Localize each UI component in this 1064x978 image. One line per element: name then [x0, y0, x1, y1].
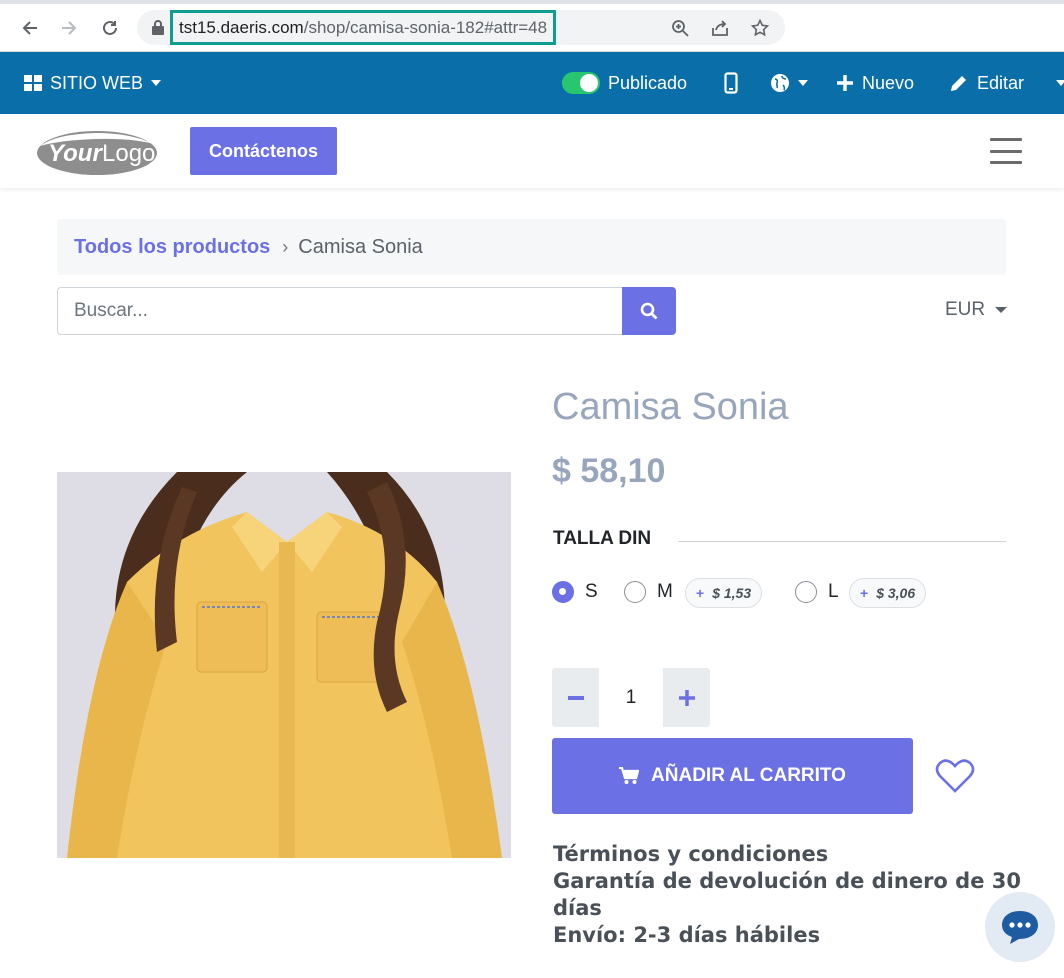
search-icon: [640, 302, 658, 320]
quantity-input[interactable]: [599, 668, 663, 727]
hamburger-menu-icon[interactable]: [990, 138, 1022, 164]
site-menu-label: SITIO WEB: [50, 72, 144, 93]
site-menu-button[interactable]: SITIO WEB: [24, 52, 162, 114]
forward-icon[interactable]: [55, 14, 83, 42]
breadcrumb-separator: ›: [282, 236, 289, 257]
currency-label: EUR: [945, 299, 986, 320]
live-chat-button[interactable]: [985, 892, 1055, 962]
size-option-m-radio[interactable]: [624, 581, 646, 603]
new-button[interactable]: Nuevo: [836, 52, 914, 114]
add-to-cart-label: AÑADIR AL CARRITO: [651, 765, 846, 786]
plus-icon: +: [696, 585, 705, 601]
product-photo: [57, 472, 511, 858]
pencil-icon: [951, 76, 966, 91]
attribute-label: TALLA DIN: [553, 528, 652, 549]
price-extra-value: $ 1,53: [712, 585, 752, 601]
size-option-s-label[interactable]: S: [585, 581, 598, 603]
plus-icon: [678, 689, 695, 706]
minus-icon: [567, 695, 584, 700]
price-extra-value: $ 3,06: [876, 585, 916, 601]
size-option-l-label[interactable]: L: [828, 581, 839, 603]
published-label: Publicado: [608, 72, 688, 93]
zoom-icon[interactable]: [669, 17, 691, 39]
bookmark-star-icon[interactable]: [749, 17, 771, 39]
product-terms: Términos y condiciones Garantía de devol…: [553, 841, 1023, 949]
breadcrumb-current: Camisa Sonia: [298, 235, 423, 258]
size-option-m-label[interactable]: M: [657, 581, 673, 603]
chevron-down-icon: [1056, 80, 1064, 86]
browser-toolbar: tst15.daeris.com/shop/camisa-sonia-182#a…: [0, 0, 1064, 52]
product-title: Camisa Sonia: [552, 386, 789, 428]
terms-line: Garantía de devolución de dinero de 30 d…: [553, 869, 1021, 920]
mobile-preview-button[interactable]: [724, 52, 738, 114]
breadcrumb: Todos los productos › Camisa Sonia: [57, 219, 1006, 275]
svg-text:Logo: Logo: [102, 140, 155, 167]
back-icon[interactable]: [16, 14, 44, 42]
product-price: $ 58,10: [552, 452, 666, 490]
site-header: Your Logo Contáctenos: [0, 114, 1064, 188]
toggle-switch[interactable]: [562, 72, 600, 94]
currency-selector[interactable]: EUR: [945, 296, 1008, 324]
edit-button[interactable]: Editar: [949, 52, 1024, 114]
cart-icon: [619, 767, 640, 784]
increase-quantity-button[interactable]: [663, 668, 710, 727]
plus-icon: [837, 75, 853, 91]
language-menu-button[interactable]: [770, 52, 808, 114]
chevron-down-icon: [995, 307, 1008, 313]
mobile-icon: [724, 72, 738, 94]
price-extra-badge: + $ 3,06: [849, 578, 927, 608]
heart-icon[interactable]: [935, 758, 975, 794]
breadcrumb-all-products-link[interactable]: Todos los productos: [74, 236, 270, 259]
chevron-down-icon: [151, 80, 162, 86]
grid-icon: [24, 75, 42, 91]
address-bar[interactable]: tst15.daeris.com/shop/camisa-sonia-182#a…: [137, 10, 785, 45]
new-label: Nuevo: [862, 72, 915, 93]
reload-icon[interactable]: [96, 14, 124, 42]
tab-strip-edge: [0, 0, 1064, 4]
product-image[interactable]: [57, 472, 511, 858]
more-menu-button[interactable]: [1056, 52, 1064, 114]
attribute-divider: [678, 541, 1006, 542]
share-icon[interactable]: [709, 17, 731, 39]
globe-icon: [771, 74, 789, 92]
add-to-cart-button[interactable]: AÑADIR AL CARRITO: [552, 738, 913, 814]
decrease-quantity-button[interactable]: [552, 668, 599, 727]
search-input[interactable]: [57, 287, 623, 335]
chevron-down-icon: [798, 80, 808, 86]
size-option-s-radio[interactable]: [552, 581, 574, 603]
lock-icon: [152, 20, 164, 35]
website-admin-bar: SITIO WEB Publicado Nuevo Editar: [0, 52, 1064, 114]
price-extra-badge: + $ 1,53: [685, 578, 763, 608]
terms-line[interactable]: Términos y condiciones: [553, 841, 1023, 868]
svg-text:Your: Your: [48, 140, 103, 167]
url-host: tst15.daeris.com: [179, 17, 304, 37]
url-text[interactable]: tst15.daeris.com/shop/camisa-sonia-182#a…: [170, 10, 557, 45]
size-option-l-radio[interactable]: [795, 581, 817, 603]
site-logo[interactable]: Your Logo: [36, 126, 158, 176]
contact-us-button[interactable]: Contáctenos: [190, 127, 337, 175]
chat-icon: [1002, 911, 1038, 944]
terms-line: Envío: 2-3 días hábiles: [553, 923, 821, 947]
edit-label: Editar: [977, 72, 1025, 93]
plus-icon: +: [860, 585, 869, 601]
search-button[interactable]: [622, 287, 676, 335]
publish-toggle[interactable]: Publicado: [562, 52, 687, 114]
quantity-stepper: [552, 668, 710, 727]
url-path: /shop/camisa-sonia-182#attr=48: [303, 17, 548, 37]
